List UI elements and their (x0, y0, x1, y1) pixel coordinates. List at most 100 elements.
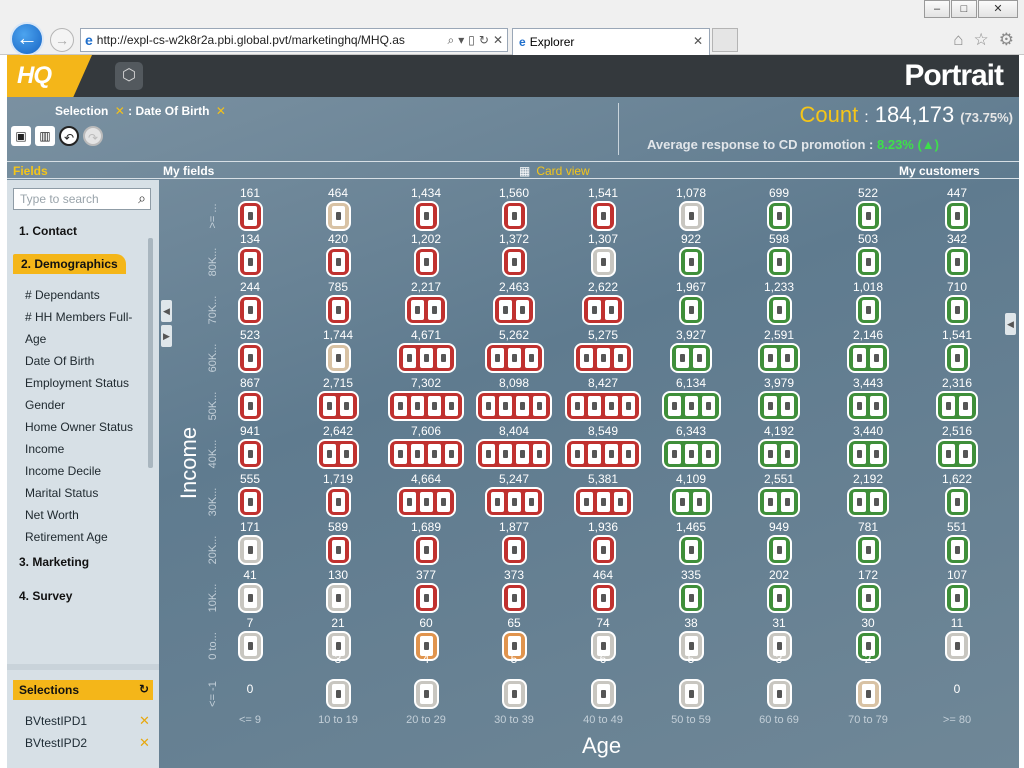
customer-card-cell[interactable] (565, 439, 641, 469)
customer-card-cell[interactable] (944, 295, 970, 325)
search-icon[interactable]: ⌕ (448, 33, 455, 48)
field-item[interactable]: Income (25, 442, 64, 456)
customer-card-cell[interactable] (237, 487, 263, 517)
chart-icon[interactable]: ▥ (35, 126, 55, 146)
customer-card-cell[interactable] (325, 679, 351, 709)
customer-card-cell[interactable] (944, 535, 970, 565)
selection-item[interactable]: BVtestIPD1 (25, 714, 87, 728)
customer-card-cell[interactable] (413, 583, 439, 613)
customer-card-cell[interactable] (678, 247, 704, 277)
customer-card-cell[interactable] (670, 487, 712, 517)
customer-card-cell[interactable] (325, 487, 351, 517)
customer-card-cell[interactable] (317, 391, 359, 421)
customer-card-cell[interactable] (501, 535, 527, 565)
field-item[interactable]: Net Worth (25, 508, 79, 522)
customer-card-cell[interactable] (847, 487, 889, 517)
save-icon[interactable]: ▣ (11, 126, 31, 146)
dropdown-icon[interactable]: ▾ (458, 33, 464, 48)
customer-card-cell[interactable] (944, 487, 970, 517)
field-item[interactable]: Income Decile (25, 464, 101, 478)
customer-card-cell[interactable] (476, 439, 552, 469)
customer-card-cell[interactable] (484, 487, 544, 517)
customer-card-cell[interactable] (405, 295, 447, 325)
tab-fields[interactable]: Fields (13, 164, 48, 178)
field-item[interactable]: Date Of Birth (25, 354, 94, 368)
customer-card-cell[interactable] (766, 295, 792, 325)
customer-card-cell[interactable] (766, 679, 792, 709)
customer-card-cell[interactable] (855, 201, 881, 231)
customer-card-cell[interactable] (582, 295, 624, 325)
maximize-button[interactable]: □ (951, 0, 977, 18)
field-item[interactable]: Gender (25, 398, 65, 412)
minimize-button[interactable]: – (924, 0, 950, 18)
customer-card-cell[interactable] (565, 391, 641, 421)
settings-gear-icon[interactable]: ⚙ (999, 30, 1014, 50)
redo-icon[interactable]: ↷ (83, 126, 103, 146)
customer-card-cell[interactable] (678, 201, 704, 231)
customer-card-cell[interactable] (501, 247, 527, 277)
customer-card-cell[interactable] (501, 679, 527, 709)
customer-card-cell[interactable] (590, 247, 616, 277)
field-item[interactable]: Home Owner Status (25, 420, 133, 434)
customer-card-cell[interactable] (501, 583, 527, 613)
customer-card-cell[interactable] (590, 535, 616, 565)
customer-card-cell[interactable] (396, 487, 456, 517)
customer-card-cell[interactable] (237, 343, 263, 373)
field-item[interactable]: # HH Members Full- (25, 310, 132, 324)
customer-card-cell[interactable] (590, 583, 616, 613)
hq-logo[interactable]: HQ (7, 55, 92, 97)
remove-selection-icon[interactable]: ✕ (139, 713, 150, 729)
field-item[interactable]: Employment Status (25, 376, 129, 390)
category-marketing[interactable]: 3. Marketing (19, 555, 89, 569)
undo-icon[interactable]: ↶ (59, 126, 79, 146)
refresh-icon[interactable]: ↻ (479, 33, 489, 48)
tab-my-customers[interactable]: My customers (899, 164, 980, 178)
customer-card-cell[interactable] (847, 343, 889, 373)
customer-card-cell[interactable] (413, 201, 439, 231)
customer-card-cell[interactable] (847, 439, 889, 469)
customer-card-cell[interactable] (590, 679, 616, 709)
customer-card-cell[interactable] (936, 439, 978, 469)
tab-close-icon[interactable]: ✕ (693, 34, 703, 48)
customer-card-cell[interactable] (936, 391, 978, 421)
customer-card-cell[interactable] (413, 247, 439, 277)
back-button[interactable]: ← (10, 22, 44, 56)
customer-card-cell[interactable] (678, 583, 704, 613)
customer-card-cell[interactable] (237, 439, 263, 469)
refresh-icon[interactable]: ↻ (139, 682, 149, 696)
new-tab-button[interactable] (712, 28, 738, 52)
field-item[interactable]: # Dependants (25, 288, 100, 302)
field-item[interactable]: Age (25, 332, 46, 346)
customer-card-cell[interactable] (758, 343, 800, 373)
customer-card-cell[interactable] (413, 535, 439, 565)
category-demographics[interactable]: 2. Demographics (13, 254, 126, 274)
customer-card-cell[interactable] (484, 343, 544, 373)
home-icon[interactable]: ⌂ (953, 30, 963, 50)
customer-card-cell[interactable] (678, 295, 704, 325)
customer-card-cell[interactable] (396, 343, 456, 373)
customer-card-cell[interactable] (855, 247, 881, 277)
selection-item[interactable]: BVtestIPD2 (25, 736, 87, 750)
customer-card-cell[interactable] (944, 583, 970, 613)
customer-card-cell[interactable] (758, 487, 800, 517)
customer-card-cell[interactable] (493, 295, 535, 325)
customer-card-cell[interactable] (237, 295, 263, 325)
customer-card-cell[interactable] (388, 439, 464, 469)
customer-card-cell[interactable] (944, 201, 970, 231)
customer-card-cell[interactable] (590, 201, 616, 231)
card-view-toggle[interactable]: ▦ Card view (519, 164, 590, 178)
customer-card-cell[interactable] (678, 535, 704, 565)
customer-card-cell[interactable] (237, 247, 263, 277)
customer-card-cell[interactable] (413, 679, 439, 709)
customer-card-cell[interactable] (661, 439, 721, 469)
close-icon[interactable]: ✕ (493, 33, 503, 48)
customer-card-cell[interactable] (661, 391, 721, 421)
customer-card-cell[interactable] (766, 583, 792, 613)
customer-card-cell[interactable] (237, 583, 263, 613)
favorites-star-icon[interactable]: ☆ (974, 30, 989, 50)
cube-icon[interactable]: ⬡ (115, 62, 143, 90)
browser-tab[interactable]: e Explorer ✕ (512, 28, 710, 55)
customer-card-cell[interactable] (758, 391, 800, 421)
customer-card-cell[interactable] (325, 583, 351, 613)
customer-card-cell[interactable] (766, 535, 792, 565)
